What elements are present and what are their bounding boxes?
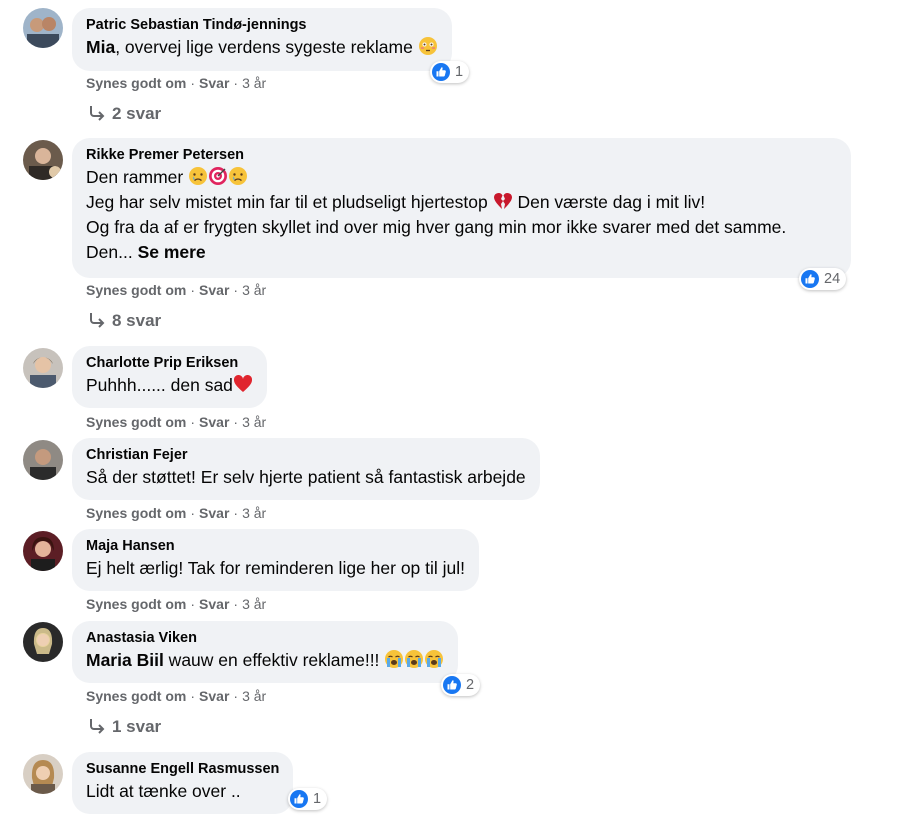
comment-bubble: Maja Hansen Ej helt ærlig! Tak for remin… <box>72 529 480 591</box>
loudly-crying-face-icon <box>384 649 404 669</box>
like-button[interactable]: Synes godt om <box>86 505 186 521</box>
comment-text: Mia, overvej lige verdens sygeste reklam… <box>86 35 438 60</box>
reply-button[interactable]: Svar <box>199 596 229 612</box>
comment-author[interactable]: Anastasia Viken <box>86 629 444 648</box>
loudly-crying-face-icon <box>424 649 444 669</box>
comment-timestamp[interactable]: 3 år <box>242 596 266 612</box>
reply-button[interactable]: Svar <box>199 505 229 521</box>
comment-author[interactable]: Patric Sebastian Tindø-jennings <box>86 16 438 35</box>
comment-bubble: Patric Sebastian Tindø-jennings Mia, ove… <box>72 8 452 71</box>
see-more-link[interactable]: Se mere <box>138 242 206 262</box>
mention-link[interactable]: Mia <box>86 37 115 57</box>
crying-face-icon <box>228 166 248 186</box>
like-icon <box>443 676 461 694</box>
view-replies-link[interactable]: 1 svar <box>88 717 161 737</box>
reply-button[interactable]: Svar <box>199 282 229 298</box>
comment-timestamp[interactable]: 3 år <box>242 688 266 704</box>
like-button[interactable]: Synes godt om <box>86 75 186 91</box>
comment-text: Puhhh...... den sad <box>86 373 253 398</box>
view-replies-link[interactable]: 2 svar <box>88 104 161 124</box>
avatar[interactable] <box>23 531 63 571</box>
reaction-count-badge[interactable]: 1 <box>288 788 328 810</box>
avatar[interactable] <box>23 754 63 794</box>
comment-timestamp[interactable]: 3 år <box>242 414 266 430</box>
flushed-face-icon <box>418 36 438 56</box>
like-icon <box>290 790 308 808</box>
comment-text: Ej helt ærlig! Tak for reminderen lige h… <box>86 558 466 578</box>
comment-actions: Synes godt om · Svar · 3 år <box>86 688 267 704</box>
avatar[interactable] <box>23 348 63 388</box>
reply-button[interactable]: Svar <box>199 75 229 91</box>
comment-timestamp[interactable]: 3 år <box>242 75 266 91</box>
like-button[interactable]: Synes godt om <box>86 414 186 430</box>
comment-text: Lidt at tænke over .. <box>86 781 241 801</box>
loudly-crying-face-icon <box>404 649 424 669</box>
comment-author[interactable]: Christian Fejer <box>86 446 526 465</box>
comment-text: Den rammer Jeg har selv mistet min far t… <box>86 166 787 262</box>
like-button[interactable]: Synes godt om <box>86 596 186 612</box>
view-replies-link[interactable]: 8 svar <box>88 311 161 331</box>
mention-link[interactable]: Maria Biil <box>86 650 164 670</box>
broken-heart-icon <box>493 191 513 211</box>
comment-author[interactable]: Rikke Premer Petersen <box>86 146 837 165</box>
reaction-count-badge[interactable]: 24 <box>799 268 847 290</box>
comment-author[interactable]: Maja Hansen <box>86 537 465 556</box>
comment-bubble: Anastasia Viken Maria Biil wauw en effek… <box>72 621 459 683</box>
avatar[interactable] <box>23 440 63 480</box>
comment-bubble: Charlotte Prip Eriksen Puhhh...... den s… <box>72 346 267 408</box>
avatar[interactable] <box>23 140 63 180</box>
comment-author[interactable]: Susanne Engell Rasmussen <box>86 760 279 779</box>
reply-button[interactable]: Svar <box>199 688 229 704</box>
like-button[interactable]: Synes godt om <box>86 282 186 298</box>
reply-button[interactable]: Svar <box>199 414 229 430</box>
comment-timestamp[interactable]: 3 år <box>242 282 266 298</box>
like-button[interactable]: Synes godt om <box>86 688 186 704</box>
crying-face-icon <box>188 166 208 186</box>
reply-arrow-icon <box>88 105 106 121</box>
comment-actions: Synes godt om · Svar · 3 år <box>86 596 267 612</box>
comment-bubble: Christian Fejer Så der støttet! Er selv … <box>72 438 540 500</box>
comment-bubble: Susanne Engell Rasmussen Lidt at tænke o… <box>72 752 294 814</box>
reaction-count-badge[interactable]: 2 <box>441 674 481 696</box>
target-icon <box>208 166 228 186</box>
like-icon <box>432 63 450 81</box>
comment-actions: Synes godt om · Svar · 3 år <box>86 505 267 521</box>
comment-actions: Synes godt om · Svar · 3 år <box>86 75 267 91</box>
comment-actions: Synes godt om · Svar · 3 år <box>86 414 267 430</box>
reply-arrow-icon <box>88 718 106 734</box>
red-heart-icon <box>233 374 253 394</box>
like-icon <box>801 270 819 288</box>
comment-text: Maria Biil wauw en effektiv reklame!!! <box>86 648 444 673</box>
reaction-count-badge[interactable]: 1 <box>430 61 470 83</box>
comment-bubble: Rikke Premer Petersen Den rammer Jeg har… <box>72 138 851 278</box>
comment-timestamp[interactable]: 3 år <box>242 505 266 521</box>
reply-arrow-icon <box>88 312 106 328</box>
comment-text: Så der støttet! Er selv hjerte patient s… <box>86 467 526 487</box>
comment-actions: Synes godt om · Svar · 3 år <box>86 282 267 298</box>
avatar[interactable] <box>23 622 63 662</box>
comment-author[interactable]: Charlotte Prip Eriksen <box>86 354 253 373</box>
avatar[interactable] <box>23 8 63 48</box>
